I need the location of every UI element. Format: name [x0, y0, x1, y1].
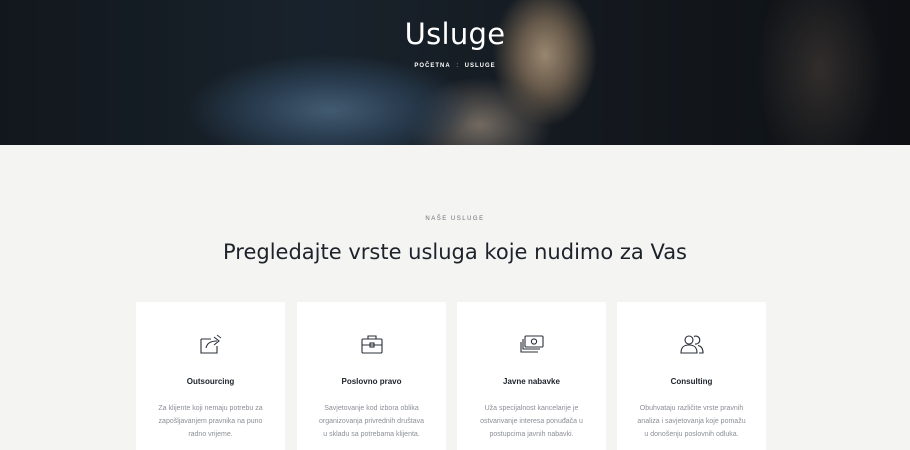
breadcrumb-home-link[interactable]: POČETNA [414, 63, 450, 69]
section-eyebrow: NAŠE USLUGE [425, 216, 485, 222]
card-title: Poslovno pravo [341, 377, 402, 386]
section-title: Pregledajte vrste usluga koje nudimo za … [223, 240, 687, 264]
card-title: Consulting [670, 377, 713, 386]
card-description: Obuhvataju različite vrste pravnih anali… [637, 405, 746, 438]
service-card-javne-nabavke[interactable]: Javne nabavke Uža specijalnost kancelari… [457, 302, 606, 450]
service-card-outsourcing[interactable]: Outsourcing Za klijente koji nemaju potr… [136, 302, 285, 450]
card-title: Javne nabavke [503, 377, 560, 386]
share-arrow-icon [136, 332, 285, 356]
money-icon [457, 332, 606, 356]
card-description: Uža specijalnost kancelarije je ostvariv… [480, 405, 583, 438]
service-card-consulting[interactable]: Consulting Obuhvataju različite vrste pr… [617, 302, 766, 450]
breadcrumb-separator: : [456, 63, 459, 69]
card-description: Za klijente koji nemaju potrebu za zapoš… [158, 405, 263, 438]
people-icon [617, 332, 766, 356]
service-card-poslovno-pravo[interactable]: Poslovno pravo Savjetovanje kod izbora o… [297, 302, 446, 450]
briefcase-icon [297, 332, 446, 356]
hero-banner: Usluge POČETNA : USLUGE [0, 0, 910, 145]
breadcrumb-current: USLUGE [464, 63, 496, 69]
card-description: Savjetovanje kod izbora oblika organizov… [318, 405, 425, 438]
page-title: Usluge [404, 17, 506, 51]
breadcrumb: POČETNA : USLUGE [0, 63, 910, 69]
card-title: Outsourcing [186, 377, 235, 386]
